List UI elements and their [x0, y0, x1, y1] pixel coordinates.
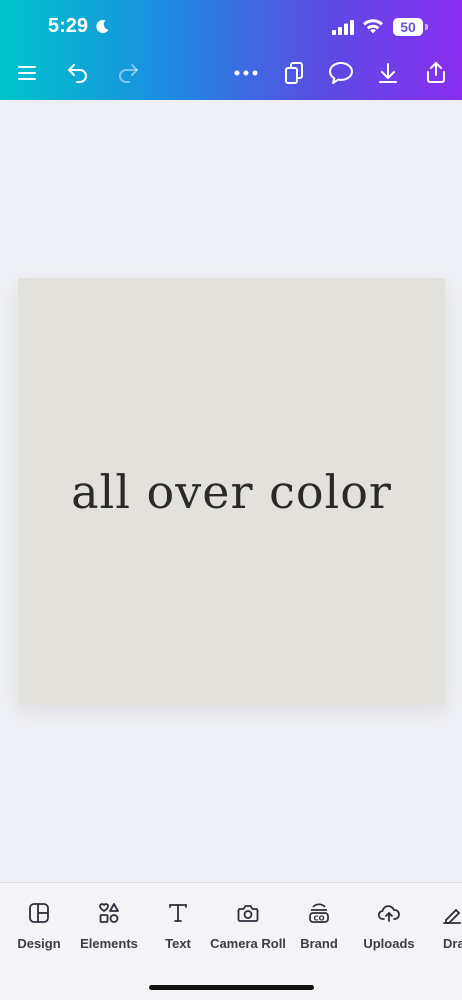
nav-label-draw: Dra [443, 936, 462, 951]
battery-nub [425, 24, 428, 30]
nav-item-camera-roll[interactable]: Camera Roll [208, 900, 288, 951]
battery-indicator: 50 [393, 18, 423, 36]
cellular-signal-icon [332, 20, 356, 40]
nav-label-text: Text [165, 936, 191, 951]
design-page[interactable]: all over color [18, 278, 445, 705]
nav-label-design: Design [17, 936, 61, 951]
bottom-nav: Design Elements Text Camera Roll CO Bran… [0, 882, 462, 1000]
camera-icon [235, 900, 261, 926]
menu-icon[interactable] [14, 60, 40, 86]
text-icon [165, 900, 191, 926]
draw-icon [442, 900, 462, 926]
nav-label-camera-roll: Camera Roll [210, 936, 286, 951]
brand-icon: CO [306, 900, 332, 926]
uploads-icon [376, 900, 402, 926]
comment-icon[interactable] [327, 59, 355, 87]
nav-item-uploads[interactable]: Uploads [358, 900, 420, 951]
nav-item-elements[interactable]: Elements [76, 900, 142, 951]
design-icon [26, 900, 52, 926]
nav-item-text[interactable]: Text [153, 900, 203, 951]
focus-moon-icon [95, 19, 110, 39]
svg-text:CO: CO [313, 915, 324, 923]
nav-label-elements: Elements [80, 936, 138, 951]
elements-icon [96, 900, 122, 926]
nav-label-uploads: Uploads [363, 936, 415, 951]
share-icon[interactable] [422, 58, 450, 86]
undo-icon[interactable] [64, 58, 92, 86]
more-icon[interactable] [232, 60, 260, 86]
download-icon[interactable] [374, 59, 402, 87]
wifi-icon [362, 18, 384, 40]
design-text-element[interactable]: all over color [71, 465, 392, 519]
nav-item-design[interactable]: Design [9, 900, 69, 951]
redo-icon[interactable] [114, 58, 142, 86]
nav-label-brand: Brand [300, 936, 338, 951]
top-toolbar: 5:29 50 [0, 0, 462, 100]
status-time: 5:29 [48, 15, 89, 37]
nav-item-brand[interactable]: CO Brand [292, 900, 346, 951]
nav-item-draw[interactable]: Dra [442, 900, 462, 951]
status-bar: 5:29 50 [0, 0, 462, 56]
home-indicator[interactable] [149, 985, 314, 990]
pages-icon[interactable] [280, 59, 308, 87]
